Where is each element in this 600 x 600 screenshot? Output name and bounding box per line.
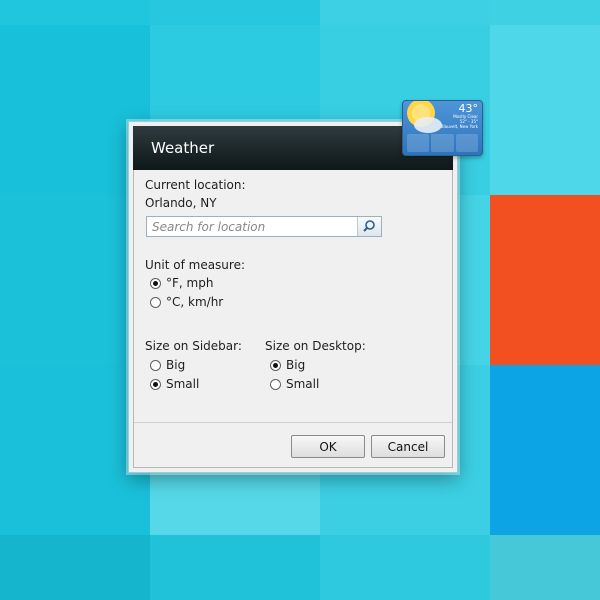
desktop-tile: [150, 535, 320, 600]
footer-divider: [134, 422, 452, 423]
forecast-day: [407, 134, 430, 152]
unit-celsius-radio[interactable]: [150, 297, 161, 308]
desktop-tile: [320, 0, 490, 25]
desktop-tile: [490, 0, 600, 25]
desktop-tile: [320, 535, 490, 600]
sidebar-size-big-radio[interactable]: [150, 360, 161, 371]
desktop-tile: [0, 0, 150, 25]
location-search-input[interactable]: [147, 217, 357, 236]
size-on-desktop-label: Size on Desktop:: [265, 339, 366, 353]
gadget-city: Blauvelt, New York: [440, 124, 478, 129]
unit-fahrenheit-radio[interactable]: [150, 278, 161, 289]
sidebar-size-big-label[interactable]: Big: [166, 358, 185, 372]
size-on-sidebar-label: Size on Sidebar:: [145, 339, 242, 353]
dialog-content: Current location: Orlando, NY Unit of me…: [133, 170, 453, 468]
unit-of-measure-label: Unit of measure:: [145, 258, 246, 272]
forecast-day: [455, 134, 478, 152]
desktop-tile: [490, 195, 600, 365]
desktop-tile: [490, 25, 600, 195]
desktop-size-big-label[interactable]: Big: [286, 358, 305, 372]
current-location-label: Current location:: [145, 178, 246, 192]
desktop-tile: [490, 365, 600, 535]
sidebar-size-small-label[interactable]: Small: [166, 377, 199, 391]
weather-gadget[interactable]: 43° Mostly Clear 52° - 35° Blauvelt, New…: [402, 100, 483, 156]
unit-celsius-label[interactable]: °C, km/hr: [166, 295, 223, 309]
desktop-tile: [490, 535, 600, 600]
search-button[interactable]: [357, 217, 381, 236]
sidebar-size-small-radio[interactable]: [150, 379, 161, 390]
desktop-tile: [150, 0, 320, 25]
cancel-button[interactable]: Cancel: [371, 435, 445, 458]
desktop-tile: [0, 535, 150, 600]
desktop-size-big-radio[interactable]: [270, 360, 281, 371]
location-search-box: [146, 216, 382, 237]
weather-options-dialog: Weather Current location: Orlando, NY Un…: [128, 121, 458, 473]
search-icon: [358, 220, 380, 239]
current-location-value: Orlando, NY: [145, 196, 217, 210]
desktop-size-small-radio[interactable]: [270, 379, 281, 390]
forecast-day: [431, 134, 454, 152]
desktop-size-small-label[interactable]: Small: [286, 377, 319, 391]
unit-fahrenheit-label[interactable]: °F, mph: [166, 276, 213, 290]
dialog-title: Weather: [151, 139, 215, 157]
gadget-forecast: [407, 134, 478, 152]
ok-button[interactable]: OK: [291, 435, 365, 458]
